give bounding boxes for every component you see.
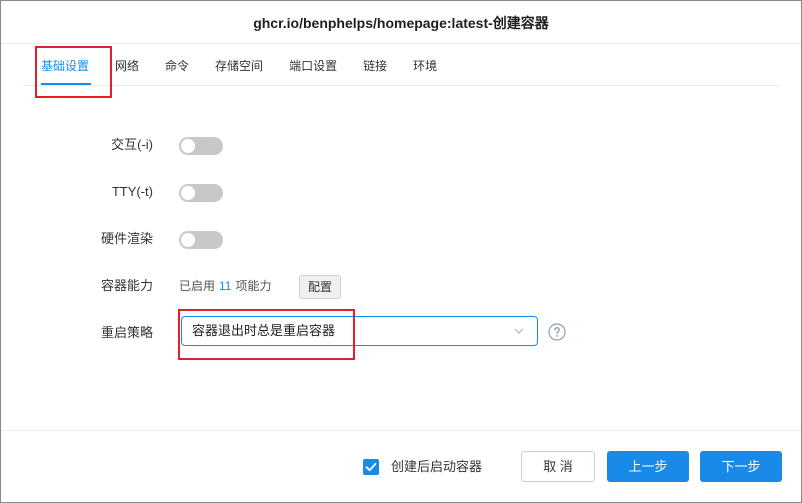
create-container-dialog: ghcr.io/benphelps/homepage:latest-创建容器 基… bbox=[0, 0, 802, 503]
toggle-knob bbox=[181, 139, 195, 153]
next-step-button[interactable]: 下一步 bbox=[700, 451, 782, 482]
footer-divider bbox=[1, 430, 801, 431]
row-capabilities: 容器能力 已启用 11 项能力 配置 bbox=[1, 274, 801, 299]
capabilities-prefix: 已启用 bbox=[179, 279, 216, 293]
hardware-render-toggle[interactable] bbox=[179, 231, 223, 249]
capabilities-summary: 已启用 11 项能力 bbox=[179, 274, 272, 298]
chevron-down-icon bbox=[514, 328, 524, 334]
cancel-button[interactable]: 取 消 bbox=[521, 451, 595, 482]
row-interactive: 交互(-i) bbox=[1, 133, 801, 157]
tabs-divider bbox=[23, 85, 779, 86]
capabilities-label: 容器能力 bbox=[100, 278, 153, 293]
row-restart-policy: 重启策略 容器退出时总是重启容器 bbox=[1, 316, 801, 346]
tty-label: TTY(-t) bbox=[111, 184, 153, 199]
tab-network[interactable]: 网络 bbox=[115, 59, 139, 85]
interactive-label: 交互(-i) bbox=[111, 137, 153, 152]
tab-port-settings[interactable]: 端口设置 bbox=[289, 59, 337, 85]
capabilities-suffix: 项能力 bbox=[235, 279, 272, 293]
checkmark-icon bbox=[365, 462, 377, 472]
interactive-toggle[interactable] bbox=[179, 137, 223, 155]
tab-links[interactable]: 链接 bbox=[363, 59, 387, 85]
restart-policy-label: 重启策略 bbox=[100, 325, 153, 340]
title-divider bbox=[1, 43, 801, 44]
capabilities-count: 11 bbox=[219, 279, 232, 293]
dialog-title: ghcr.io/benphelps/homepage:latest-创建容器 bbox=[253, 15, 549, 31]
tab-storage[interactable]: 存储空间 bbox=[215, 59, 263, 85]
tab-command[interactable]: 命令 bbox=[165, 59, 189, 85]
tab-environment[interactable]: 环境 bbox=[413, 59, 437, 85]
toggle-knob bbox=[181, 186, 195, 200]
start-after-create-label[interactable]: 创建后启动容器 bbox=[391, 459, 482, 475]
previous-step-button[interactable]: 上一步 bbox=[607, 451, 689, 482]
toggle-knob bbox=[181, 233, 195, 247]
tty-toggle[interactable] bbox=[179, 184, 223, 202]
row-tty: TTY(-t) bbox=[1, 180, 801, 204]
configure-capabilities-button[interactable]: 配置 bbox=[299, 275, 341, 299]
start-after-create-checkbox[interactable] bbox=[363, 459, 379, 475]
hardware-render-label: 硬件渲染 bbox=[100, 231, 153, 246]
help-icon[interactable] bbox=[548, 323, 566, 341]
row-hardware-render: 硬件渲染 bbox=[1, 227, 801, 251]
tab-highlight-box bbox=[35, 46, 112, 98]
restart-policy-highlight-box bbox=[178, 309, 355, 360]
